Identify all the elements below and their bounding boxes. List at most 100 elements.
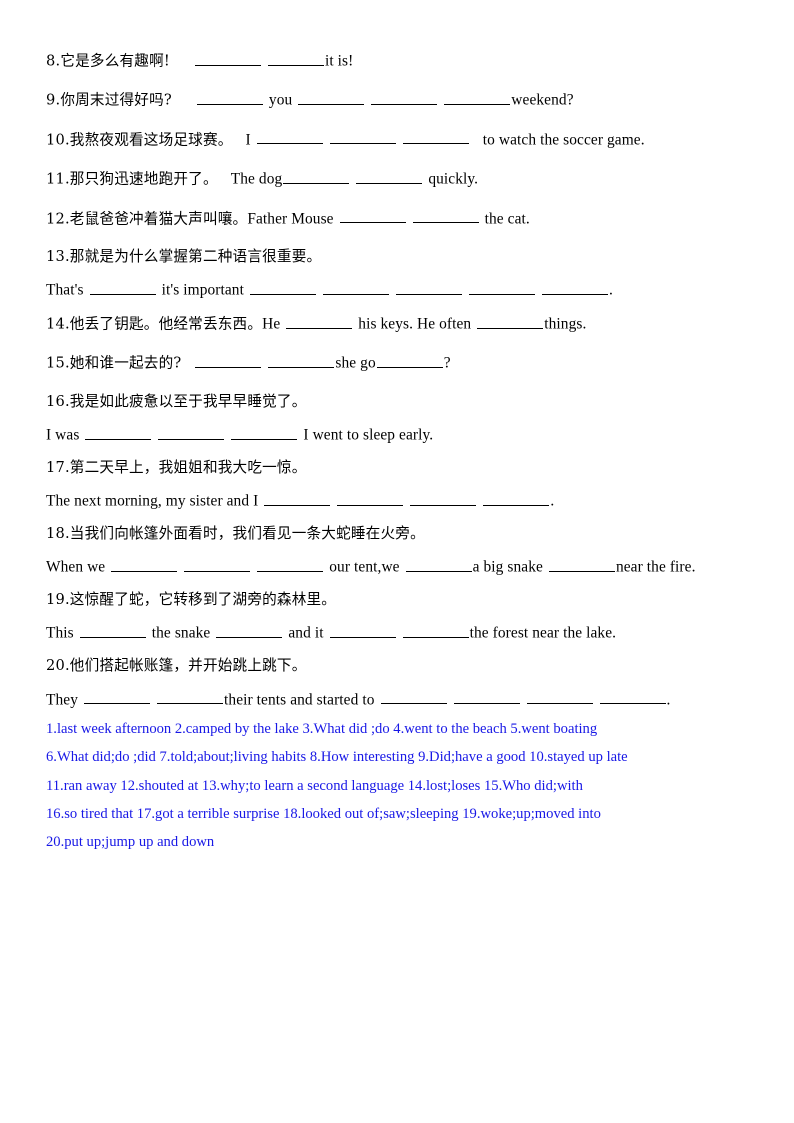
- question-13: 13.那就是为什么掌握第二种语言很重要。 That's it's importan…: [46, 247, 746, 300]
- question-16-line: 16.我是如此疲惫以至于我早早睡觉了。: [46, 392, 746, 411]
- question-10-tail: to watch the soccer game.: [482, 131, 645, 149]
- question-20-blank-2[interactable]: [157, 689, 224, 705]
- question-12-blank-2[interactable]: [412, 208, 479, 224]
- question-20-blank-5[interactable]: [526, 689, 593, 705]
- question-16-prompt: 16.我是如此疲惫以至于我早早睡觉了。: [46, 392, 307, 410]
- question-13-lead: That's: [46, 281, 84, 299]
- question-14: 14.他丢了钥匙。他经常丢东西。He his keys. He often thin…: [46, 313, 746, 334]
- question-13-mid: it's important: [161, 281, 244, 299]
- question-18-line: 18.当我们向帐篷外面看时，我们看见一条大蛇睡在火旁。: [46, 524, 746, 543]
- question-12: 12.老鼠爸爸冲着猫大声叫嚷。Father Mouse the cat.: [46, 208, 746, 229]
- question-9-blank-4[interactable]: [444, 89, 511, 105]
- question-14-tail: things.: [544, 315, 587, 333]
- question-10-lead: I: [245, 131, 251, 149]
- question-8-tail: it is!: [324, 52, 354, 70]
- question-15-blank-2[interactable]: [268, 352, 335, 368]
- question-10-blank-2[interactable]: [329, 129, 396, 145]
- question-18-blank-1[interactable]: [111, 556, 178, 572]
- question-9-line: 9.你周末过得好吗? you weekend?: [46, 89, 746, 110]
- question-20-line: 20.他们搭起帐账篷，并开始跳上跳下。: [46, 656, 746, 675]
- question-18-blank-4[interactable]: [405, 556, 472, 572]
- question-10-blank-1[interactable]: [256, 129, 323, 145]
- question-9-blank-3[interactable]: [371, 89, 438, 105]
- question-11-tail: quickly.: [428, 170, 479, 188]
- question-19-mid-1: the snake: [151, 625, 211, 642]
- answer-key-line-2: 6.What did;do ;did 7.told;about;living h…: [46, 749, 628, 766]
- question-20-blank-4[interactable]: [453, 689, 520, 705]
- question-9: 9.你周末过得好吗? you weekend?: [46, 89, 746, 110]
- question-19-tail: the forest near the lake.: [469, 625, 617, 642]
- question-12-prompt: 12.老鼠爸爸冲着猫大声叫嚷。: [46, 210, 248, 228]
- question-17-line: 17.第二天早上，我姐姐和我大吃一惊。: [46, 458, 746, 477]
- question-18: 18.当我们向帐篷外面看时，我们看见一条大蛇睡在火旁。 When we our t…: [46, 524, 746, 577]
- question-15-blank-3[interactable]: [376, 352, 443, 368]
- question-20-mid: their tents and started to: [224, 691, 375, 709]
- question-18-blank-2[interactable]: [184, 556, 251, 572]
- question-19-blank-2[interactable]: [216, 622, 283, 638]
- question-20-lead: They: [46, 691, 79, 709]
- question-17-blank-1[interactable]: [264, 490, 331, 506]
- question-13-blank-6[interactable]: [541, 279, 608, 295]
- question-18-blank-5[interactable]: [548, 556, 615, 572]
- question-17-blank-4[interactable]: [483, 490, 550, 506]
- answer-key: 1.last week afternoon 2.camped by the la…: [46, 722, 746, 849]
- question-16-blank-2[interactable]: [158, 424, 225, 440]
- question-17-blank-2[interactable]: [337, 490, 404, 506]
- question-12-blank-1[interactable]: [339, 208, 406, 224]
- question-18-prompt: 18.当我们向帐篷外面看时，我们看见一条大蛇睡在火旁。: [46, 525, 425, 542]
- question-17-lead: The next morning, my sister and I: [46, 492, 259, 510]
- question-18-mid-2: a big snake: [472, 558, 543, 576]
- question-17-blank-3[interactable]: [410, 490, 477, 506]
- question-19-blank-1[interactable]: [79, 622, 146, 638]
- question-16-blank-3[interactable]: [231, 424, 298, 440]
- question-15-blank-1[interactable]: [195, 352, 262, 368]
- question-8-prompt: 8.它是多么有趣啊!: [46, 52, 170, 70]
- question-13-blank-4[interactable]: [395, 279, 462, 295]
- question-17-prompt: 17.第二天早上，我姐姐和我大吃一惊。: [46, 458, 307, 476]
- question-18-blank-3[interactable]: [257, 556, 324, 572]
- question-10-line: 10.我熬夜观看这场足球赛。 Ito watch the soccer game.: [46, 129, 746, 150]
- question-20-prompt: 20.他们搭起帐账篷，并开始跳上跳下。: [46, 657, 307, 675]
- question-20-blank-3[interactable]: [380, 689, 447, 705]
- answer-key-line-3: 11.ran away 12.shouted at 13.why;to lear…: [46, 777, 583, 794]
- question-13-blank-5[interactable]: [468, 279, 535, 295]
- question-19-prompt: 19.这惊醒了蛇，它转移到了湖旁的森林里。: [46, 591, 337, 609]
- question-19-blank-4[interactable]: [402, 622, 469, 638]
- question-13-blank-1[interactable]: [89, 279, 156, 295]
- question-11-blank-2[interactable]: [356, 168, 423, 184]
- question-8-blank-2[interactable]: [267, 50, 324, 66]
- question-15-line: 15.她和谁一起去的? she go?: [46, 352, 746, 373]
- question-14-blank-1[interactable]: [286, 313, 353, 329]
- question-9-blank-1[interactable]: [196, 89, 263, 105]
- question-18-lead: When we: [46, 558, 106, 576]
- question-20-blank-1[interactable]: [84, 689, 151, 705]
- question-14-blank-2[interactable]: [477, 313, 544, 329]
- question-10-blank-3[interactable]: [402, 129, 469, 145]
- question-8-line: 8.它是多么有趣啊! it is!: [46, 50, 746, 71]
- question-15-prompt: 15.她和谁一起去的?: [46, 355, 182, 372]
- question-13-blank-3[interactable]: [322, 279, 389, 295]
- question-20-blank-6[interactable]: [599, 689, 666, 705]
- question-18-mid-1: our tent,we: [329, 558, 400, 576]
- question-16-lead: I was: [46, 426, 80, 444]
- question-13-tail: .: [608, 281, 613, 299]
- question-19-line: 19.这惊醒了蛇，它转移到了湖旁的森林里。: [46, 590, 746, 609]
- question-10-prompt: 10.我熬夜观看这场足球赛。: [46, 131, 233, 149]
- question-19-blank-3[interactable]: [329, 622, 396, 638]
- question-16-tail: I went to sleep early.: [303, 426, 434, 444]
- question-12-lead: Father Mouse: [247, 210, 334, 228]
- question-13-blank-2[interactable]: [249, 279, 316, 295]
- question-20: 20.他们搭起帐账篷，并开始跳上跳下。 They their tents and …: [46, 656, 746, 709]
- question-18-answer-line: When we our tent,we a big snake near the fi…: [46, 556, 746, 577]
- question-16-blank-1[interactable]: [85, 424, 152, 440]
- question-19-mid-2: and it: [288, 625, 324, 642]
- question-9-mid: you: [268, 92, 293, 109]
- question-16: 16.我是如此疲惫以至于我早早睡觉了。 I was I went to sleep…: [46, 392, 746, 445]
- question-12-tail: the cat.: [484, 210, 530, 228]
- question-20-answer-line: They their tents and started to.: [46, 689, 746, 710]
- question-9-blank-2[interactable]: [298, 89, 365, 105]
- question-11-blank-1[interactable]: [283, 168, 350, 184]
- answer-key-line-4: 16.so tired that 17.got a terrible surpr…: [46, 805, 601, 822]
- question-8-blank-1[interactable]: [194, 50, 261, 66]
- question-11-lead: The dog: [230, 170, 283, 188]
